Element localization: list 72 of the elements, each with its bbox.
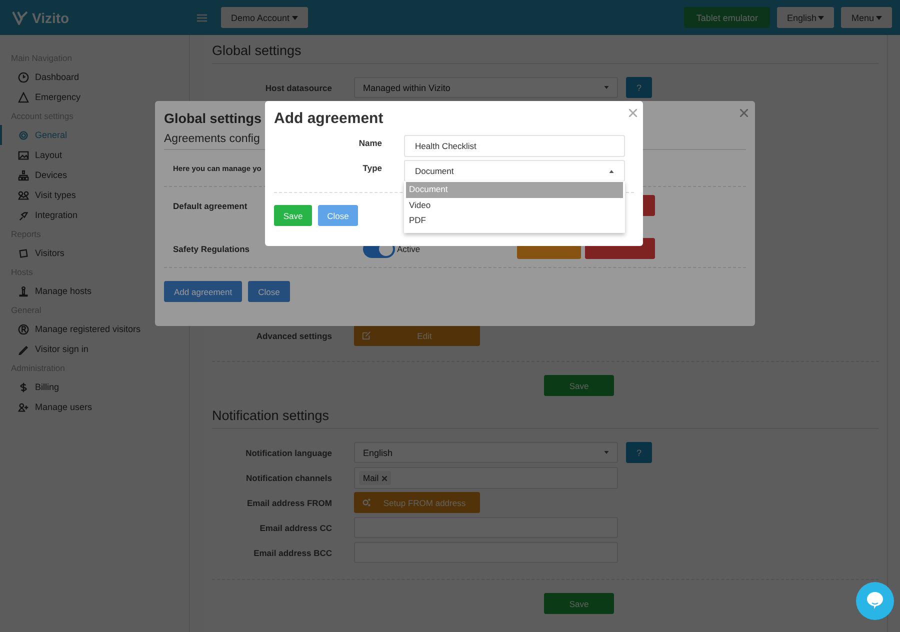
dollar-icon — [18, 382, 29, 392]
edit-button[interactable]: Edit — [354, 325, 480, 346]
field-label: Host datasource — [264, 82, 332, 92]
warning-icon — [18, 92, 29, 102]
status-label: Active — [397, 244, 420, 254]
caret-icon — [604, 86, 609, 89]
dropdown-option[interactable]: PDF — [406, 213, 623, 228]
dialog-title: Add agreement — [274, 110, 384, 127]
field-label: Name — [358, 137, 382, 148]
dropdown-option[interactable]: Video — [406, 198, 623, 213]
menu-icon[interactable] — [197, 14, 207, 22]
channel-tag[interactable]: Mail — [359, 470, 391, 484]
close-icon[interactable] — [629, 109, 637, 117]
sidebar-item[interactable]: Dashboard — [0, 67, 189, 87]
help-button[interactable]: ? — [626, 442, 652, 463]
gears-icon — [362, 498, 371, 507]
save-button[interactable]: Save — [544, 593, 614, 614]
caret-icon — [604, 451, 609, 454]
save-button[interactable]: Save — [274, 205, 312, 226]
sidebar-item[interactable]: Emergency — [0, 87, 189, 107]
save-button[interactable]: Save — [544, 375, 614, 396]
logo-icon — [12, 10, 28, 24]
field-label: Notification channels — [245, 472, 332, 482]
gauge-icon — [18, 72, 29, 82]
language-dropdown[interactable]: English — [776, 7, 834, 28]
close-button[interactable]: Close — [248, 281, 290, 302]
field-label: Email address CC — [258, 522, 332, 532]
field-label: Notification language — [244, 448, 332, 458]
sitemap-icon — [18, 170, 29, 180]
section-title: Global settings — [212, 43, 879, 64]
agreement-name: Default agreement — [173, 200, 248, 210]
gear-icon — [18, 130, 29, 140]
menu-dropdown[interactable]: Menu — [841, 7, 892, 28]
name-field[interactable]: Health Checklist — [404, 135, 625, 157]
section-title: Notification settings — [212, 408, 879, 429]
plug-icon — [18, 210, 29, 220]
field-label: Email address BCC — [252, 548, 332, 558]
brand-name: Vizito — [32, 10, 70, 26]
field-label: Advanced settings — [255, 330, 332, 340]
image-icon — [18, 150, 29, 160]
channels-field[interactable]: Mail — [354, 466, 618, 488]
field-label: Type — [362, 162, 382, 173]
caret-icon — [292, 16, 298, 20]
card-icon — [18, 248, 29, 258]
caret-icon — [818, 16, 824, 20]
sidebar-item[interactable]: Visitor sign in — [0, 339, 189, 359]
add-agreement-button[interactable]: Add agreement — [164, 281, 242, 302]
person-icon — [18, 286, 29, 296]
help-button[interactable]: ? — [626, 77, 652, 98]
close-icon[interactable] — [740, 109, 748, 117]
tablet-emulator-button[interactable]: Tablet emulator — [684, 7, 770, 28]
caret-icon — [876, 16, 882, 20]
chat-bubble-icon[interactable] — [856, 582, 894, 620]
close-button[interactable]: Close — [318, 205, 358, 226]
edit-icon — [362, 331, 371, 340]
dropdown-option[interactable]: Document — [406, 182, 623, 198]
user-plus-icon — [18, 402, 29, 412]
language-select[interactable]: English — [354, 442, 618, 463]
account-dropdown[interactable]: Demo Account — [221, 7, 308, 28]
pencil-icon — [18, 344, 29, 354]
remove-icon[interactable] — [382, 476, 387, 480]
host-datasource-select[interactable]: Managed within Vizito — [354, 77, 618, 98]
sidebar-item[interactable]: Manage registered visitors — [0, 319, 189, 339]
setup-from-button[interactable]: Setup FROM address — [354, 492, 480, 513]
sidebar-item[interactable]: Manage users — [0, 397, 189, 417]
agreement-name: Safety Regulations — [173, 244, 251, 254]
registered-icon — [18, 324, 29, 334]
users-icon — [18, 190, 29, 200]
field-label: Email address FROM — [246, 498, 332, 508]
dialog-title: Global settings — [164, 111, 262, 126]
caret-icon — [609, 170, 614, 172]
sidebar-item[interactable]: Billing — [0, 377, 189, 397]
